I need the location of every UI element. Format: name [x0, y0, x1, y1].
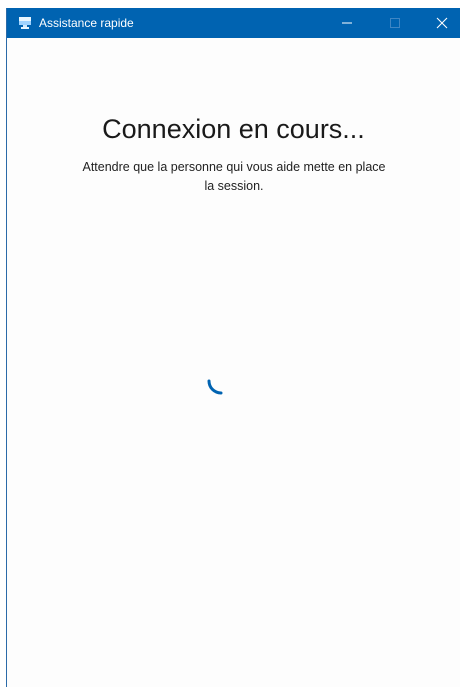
- window-title: Assistance rapide: [39, 16, 134, 30]
- title-bar[interactable]: Assistance rapide: [7, 8, 460, 38]
- page-title: Connexion en cours...: [102, 114, 365, 144]
- maximize-button[interactable]: [372, 8, 418, 38]
- quick-assist-icon: [18, 16, 32, 30]
- minimize-icon: [342, 22, 352, 24]
- quick-assist-window: Assistance rapide Connexion en cours... …: [6, 8, 460, 687]
- status-message: Attendre que la personne qui vous aide m…: [82, 160, 386, 193]
- close-icon: [436, 17, 448, 29]
- maximize-icon: [390, 18, 400, 28]
- close-button[interactable]: [419, 8, 460, 38]
- minimize-button[interactable]: [324, 8, 370, 38]
- spinner-icon: [200, 364, 236, 400]
